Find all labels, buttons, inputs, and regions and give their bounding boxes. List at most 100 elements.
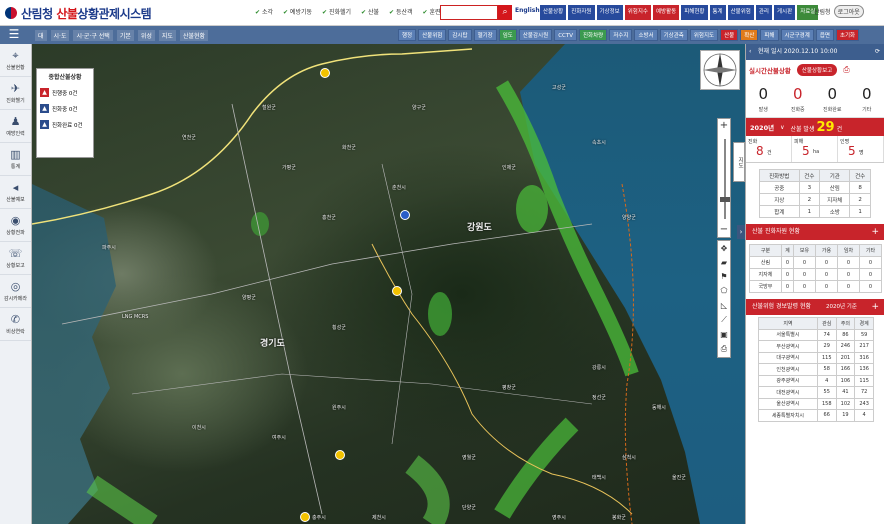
filter-checkbox[interactable]: 산불: [361, 7, 379, 16]
topnav-item[interactable]: 관리: [755, 5, 772, 20]
breadcrumb-item[interactable]: 기본: [116, 30, 134, 41]
polygon-icon[interactable]: ⬠: [721, 286, 728, 295]
sidebar-item[interactable]: ☏ 상황보고: [0, 242, 31, 275]
table-row[interactable]: 인천광역시 58 166 136: [758, 363, 874, 376]
car-icon[interactable]: ▰: [721, 258, 727, 267]
measure-area-icon[interactable]: ◺: [721, 301, 727, 310]
layer-button[interactable]: 읍면: [815, 29, 834, 41]
legend-row[interactable]: ▲ 진화완료 0건: [40, 120, 90, 129]
pan-icon[interactable]: ✥: [721, 244, 728, 253]
menu-icon[interactable]: ☰: [4, 28, 24, 42]
filter-checkbox[interactable]: 등산객: [389, 7, 413, 16]
zoom-in-button[interactable]: +: [718, 119, 730, 133]
table-row[interactable]: 공중 3 산림 8: [759, 181, 871, 194]
english-link[interactable]: English: [515, 7, 540, 14]
legend-row[interactable]: ▲ 진화중 0건: [40, 104, 90, 113]
fire-marker-icon[interactable]: [320, 68, 330, 78]
print-icon[interactable]: ⎙: [843, 65, 849, 75]
breadcrumb-item[interactable]: 산불현황: [179, 30, 209, 41]
sidebar-item[interactable]: ✈ 진화헬기: [0, 77, 31, 110]
table-row[interactable]: 광주광역시 4 106 115: [758, 374, 874, 387]
logout-button[interactable]: 로그아웃: [833, 5, 864, 18]
table-row[interactable]: 국방부 0 0 0 0 0: [749, 280, 883, 293]
table-row[interactable]: 대전광역시 55 41 72: [758, 386, 874, 399]
layer-button[interactable]: 헬기장: [473, 29, 497, 41]
prev-arrow-icon[interactable]: ‹: [749, 44, 751, 60]
layer-button[interactable]: 초기화: [835, 29, 860, 41]
layer-button[interactable]: 시군구경계: [780, 29, 814, 41]
table-row[interactable]: 세종특별자치시 66 19 4: [758, 409, 874, 422]
topnav-item[interactable]: 산불위험: [727, 5, 754, 20]
fire-marker-icon[interactable]: [392, 286, 402, 296]
fire-marker-icon[interactable]: [300, 512, 310, 522]
print-icon[interactable]: ⎙: [721, 344, 727, 354]
topnav-item[interactable]: 예방활동: [653, 5, 680, 20]
count-cell[interactable]: 0 기타: [852, 86, 882, 113]
zoom-slider-track[interactable]: [724, 139, 726, 219]
collapse-panel-icon[interactable]: ›: [737, 225, 745, 239]
topnav-item[interactable]: 기상정보: [596, 5, 623, 20]
filter-checkbox[interactable]: 예방기동: [283, 7, 312, 16]
topnav-item[interactable]: 진화자원: [568, 5, 595, 20]
year-select[interactable]: 2020년: [750, 122, 774, 132]
sidebar-item[interactable]: ◂ 산불예보: [0, 176, 31, 209]
search-input[interactable]: [440, 5, 498, 20]
breadcrumb-item[interactable]: 시·도: [50, 30, 70, 41]
filter-checkbox[interactable]: 소각: [255, 7, 273, 16]
layer-button[interactable]: 감시탑: [448, 29, 472, 41]
filter-checkbox[interactable]: 훈련: [423, 7, 440, 16]
search-icon[interactable]: ⌕: [498, 5, 512, 20]
refresh-icon[interactable]: ⟳: [875, 44, 880, 60]
table-row[interactable]: 산림 0 0 0 0 0: [749, 256, 883, 269]
count-cell[interactable]: 0 진화완료: [817, 86, 847, 113]
count-cell[interactable]: 0 발생: [748, 86, 778, 113]
layer-button[interactable]: 산불감시원: [518, 29, 553, 41]
table-row[interactable]: 부산광역시 29 246 217: [758, 340, 874, 353]
topnav-item[interactable]: 피해현황: [681, 5, 708, 20]
breadcrumb-item[interactable]: 대: [35, 30, 47, 41]
topnav-item[interactable]: 위험지수: [624, 5, 651, 20]
layer-toggle-button[interactable]: 지도: [733, 142, 745, 182]
layer-button[interactable]: 진화차량: [579, 29, 608, 41]
expand-plus-icon[interactable]: +: [871, 299, 879, 315]
layer-button[interactable]: 임도: [498, 29, 517, 41]
table-row[interactable]: 서울특별시 74 86 59: [758, 328, 874, 341]
sidebar-item[interactable]: ♟ 예방인력: [0, 110, 31, 143]
table-row[interactable]: 울산광역시 158 102 243: [758, 397, 874, 410]
filter-checkbox[interactable]: 진화헬기: [322, 7, 351, 16]
sidebar-item[interactable]: ◎ 감시카메라: [0, 275, 31, 308]
table-row[interactable]: 대구광역시 115 201 316: [758, 351, 874, 364]
layer-button[interactable]: 산불위험: [418, 29, 447, 41]
map-view[interactable]: 강원도 경기도 춘천시 원주시 강릉시 홍천군 인제군 양양군 평창군 정선군 횡성군 삼척시 동해시 태…: [32, 44, 745, 524]
breadcrumb-item[interactable]: 위성: [137, 30, 155, 41]
topnav-item[interactable]: 산불상황: [540, 5, 567, 20]
layer-button[interactable]: CCTV: [554, 29, 577, 41]
zoom-slider-handle[interactable]: [720, 197, 730, 202]
layer-button[interactable]: 산불: [720, 29, 739, 41]
legend-row[interactable]: ▲ 진행중 0건: [40, 88, 90, 97]
count-cell[interactable]: 0 진화중: [783, 86, 813, 113]
topnav-item[interactable]: 통계: [709, 5, 726, 20]
flag-icon[interactable]: ⚑: [720, 272, 727, 281]
layer-button[interactable]: 위험지도: [689, 29, 719, 41]
status-report-button[interactable]: 산불상황보고: [796, 64, 838, 76]
sidebar-item[interactable]: ✆ 비상연락: [0, 308, 31, 341]
zoom-out-button[interactable]: −: [718, 223, 730, 237]
layer-button[interactable]: 저수지: [609, 29, 633, 41]
save-icon[interactable]: ▣: [720, 330, 728, 339]
topnav-item[interactable]: 게시판: [774, 5, 796, 20]
table-row[interactable]: 지상 2 지자체 2: [759, 193, 871, 206]
app-logo[interactable]: 산림청 산불상황관제시스템: [4, 4, 152, 22]
fire-marker-icon[interactable]: [335, 450, 345, 460]
helicopter-marker-icon[interactable]: [400, 210, 410, 220]
layer-button[interactable]: 소방서: [634, 29, 658, 41]
measure-line-icon[interactable]: ⟋: [721, 315, 727, 325]
table-row[interactable]: 지자체 0 0 0 0 0: [749, 268, 883, 281]
layer-button[interactable]: 행정: [398, 29, 417, 41]
table-row[interactable]: 합계 1 소방 1: [759, 205, 871, 218]
chevron-down-icon[interactable]: ∨: [780, 124, 784, 131]
sidebar-item[interactable]: ⌖ 산불현황: [0, 44, 31, 77]
expand-plus-icon[interactable]: +: [871, 224, 879, 240]
sidebar-item[interactable]: ◉ 상황전파: [0, 209, 31, 242]
sidebar-item[interactable]: ▥ 통계: [0, 143, 31, 176]
